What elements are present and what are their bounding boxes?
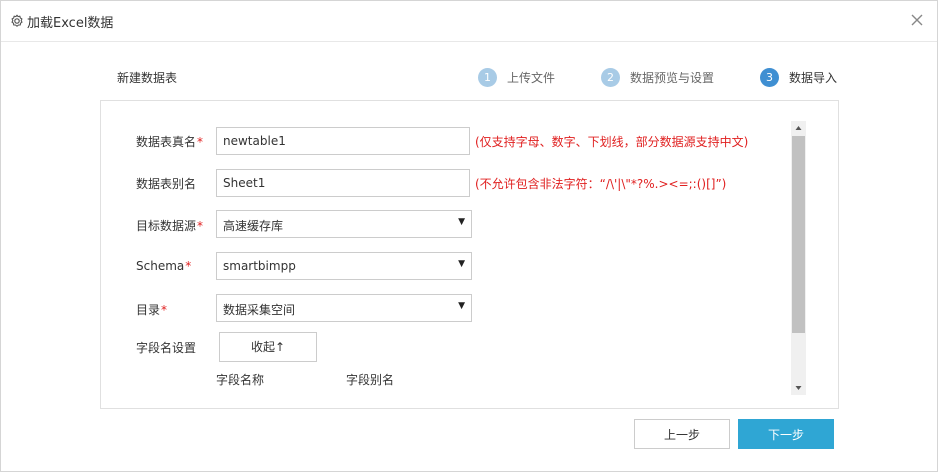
select-value: smartbimpp	[223, 259, 296, 273]
caret-down-icon: ▼	[458, 217, 465, 227]
column-header-field-name: 字段名称	[216, 373, 265, 387]
select-value: 高速缓存库	[223, 219, 284, 233]
load-excel-dialog: 加载Excel数据 新建数据表 1 上传文件 2 数据预览与设置 3 数据导入 …	[0, 0, 938, 472]
step-preview: 2 数据预览与设置	[601, 67, 714, 87]
step-label: 上传文件	[507, 70, 556, 85]
catalog-select[interactable]: 数据采集空间 ▼	[216, 294, 472, 322]
close-icon[interactable]	[909, 12, 925, 28]
step-label: 数据导入	[789, 70, 838, 85]
catalog-label: 目录*	[136, 303, 168, 317]
step-number: 1	[478, 67, 497, 87]
step-number: 2	[601, 67, 620, 87]
target-source-label: 目标数据源*	[136, 219, 204, 233]
table-alias-input[interactable]	[216, 169, 470, 197]
prev-step-button[interactable]: 上一步	[634, 419, 730, 449]
scrollbar-thumb[interactable]	[792, 136, 805, 333]
step-upload: 1 上传文件	[478, 67, 555, 87]
target-source-select[interactable]: 高速缓存库 ▼	[216, 210, 472, 238]
step-import: 3 数据导入	[760, 67, 837, 87]
table-alias-hint: (不允许包含非法字符：“/\'|\"*?%.><=;:()[]”)	[475, 177, 727, 191]
caret-down-icon: ▼	[458, 259, 465, 269]
column-header-field-alias: 字段别名	[346, 373, 395, 387]
scroll-down-arrow-icon[interactable]	[791, 381, 806, 395]
step-label: 数据预览与设置	[630, 70, 715, 85]
form-panel: 数据表真名* (仅支持字母、数字、下划线，部分数据源支持中文) 数据表别名 (不…	[100, 100, 839, 409]
caret-down-icon: ▼	[458, 301, 465, 311]
vertical-scrollbar[interactable]	[791, 121, 806, 395]
scroll-up-arrow-icon[interactable]	[791, 121, 806, 135]
gear-icon	[11, 14, 23, 27]
table-alias-label: 数据表别名	[136, 177, 197, 191]
collapse-button[interactable]: 收起↑	[219, 332, 317, 362]
schema-label: Schema*	[136, 259, 192, 273]
table-name-hint: (仅支持字母、数字、下划线，部分数据源支持中文)	[475, 135, 749, 149]
field-settings-label: 字段名设置	[136, 341, 197, 355]
dialog-title: 加载Excel数据	[27, 16, 114, 31]
dialog-titlebar: 加载Excel数据	[1, 1, 937, 42]
next-step-button[interactable]: 下一步	[738, 419, 834, 449]
table-name-label: 数据表真名*	[136, 135, 204, 149]
schema-select[interactable]: smartbimpp ▼	[216, 252, 472, 280]
select-value: 数据采集空间	[223, 303, 296, 317]
step-number: 3	[760, 67, 779, 87]
wizard-steps: 1 上传文件 2 数据预览与设置 3 数据导入	[1, 67, 938, 87]
table-name-input[interactable]	[216, 127, 470, 155]
